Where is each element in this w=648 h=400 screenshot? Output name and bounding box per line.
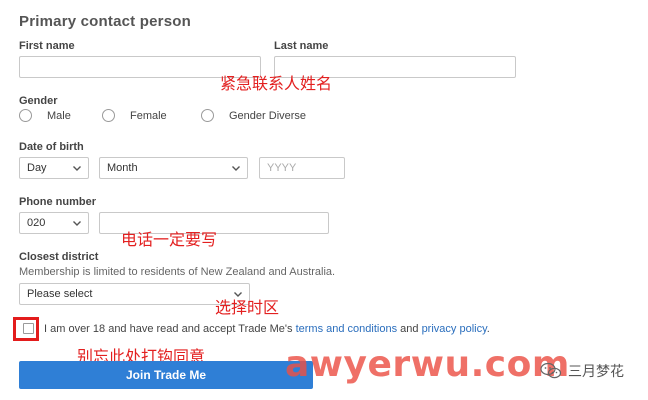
- terms-text: I am over 18 and have read and accept Tr…: [44, 323, 490, 335]
- district-help-text: Membership is limited to residents of Ne…: [19, 266, 336, 278]
- gender-option-label: Male: [47, 109, 71, 122]
- terms-suffix: .: [486, 323, 490, 335]
- annotation-district: 选择时区: [215, 298, 280, 317]
- district-label: Closest district: [19, 251, 99, 263]
- privacy-link[interactable]: privacy policy: [422, 323, 487, 335]
- last-name-label: Last name: [274, 40, 329, 52]
- radio-circle[interactable]: [102, 109, 115, 122]
- chevron-down-icon: [73, 221, 81, 226]
- dob-month-value: Month: [107, 162, 138, 174]
- signup-form-page: Primary contact person First name Last n…: [0, 0, 648, 400]
- wechat-account-mark: 三月梦花: [540, 361, 624, 381]
- radio-circle[interactable]: [19, 109, 32, 122]
- watermark-text: awyerwu.com: [285, 344, 570, 385]
- chevron-down-icon: [232, 166, 240, 171]
- radio-circle[interactable]: [201, 109, 214, 122]
- terms-prefix: I am over 18 and have read and accept Tr…: [44, 323, 296, 335]
- dob-day-select[interactable]: Day: [19, 157, 89, 179]
- section-title: Primary contact person: [19, 13, 191, 30]
- gender-label: Gender: [19, 95, 58, 107]
- wechat-account-name: 三月梦花: [568, 363, 624, 379]
- phone-label: Phone number: [19, 196, 97, 208]
- terms-link[interactable]: terms and conditions: [296, 323, 398, 335]
- dob-day-value: Day: [27, 162, 47, 174]
- gender-radio-group: Male Female Gender Diverse: [19, 109, 359, 125]
- gender-radio-female[interactable]: Female: [102, 109, 167, 122]
- annotation-contact-name: 紧急联系人姓名: [220, 74, 333, 93]
- gender-option-label: Female: [130, 109, 167, 122]
- dob-year-input[interactable]: [259, 157, 345, 179]
- terms-middle: and: [397, 323, 422, 335]
- terms-checkbox[interactable]: [23, 323, 34, 334]
- first-name-label: First name: [19, 40, 75, 52]
- phone-prefix-select[interactable]: 020: [19, 212, 89, 234]
- gender-radio-male[interactable]: Male: [19, 109, 71, 122]
- dob-month-select[interactable]: Month: [99, 157, 248, 179]
- phone-prefix-value: 020: [27, 217, 46, 229]
- gender-option-label: Gender Diverse: [229, 109, 307, 122]
- district-selected-value: Please select: [27, 288, 93, 300]
- chevron-down-icon: [73, 166, 81, 171]
- gender-radio-diverse[interactable]: Gender Diverse: [201, 109, 306, 122]
- join-button[interactable]: Join Trade Me: [19, 361, 313, 389]
- wechat-icon: [540, 362, 562, 379]
- annotation-phone: 电话一定要写: [121, 230, 218, 249]
- dob-label: Date of birth: [19, 141, 84, 153]
